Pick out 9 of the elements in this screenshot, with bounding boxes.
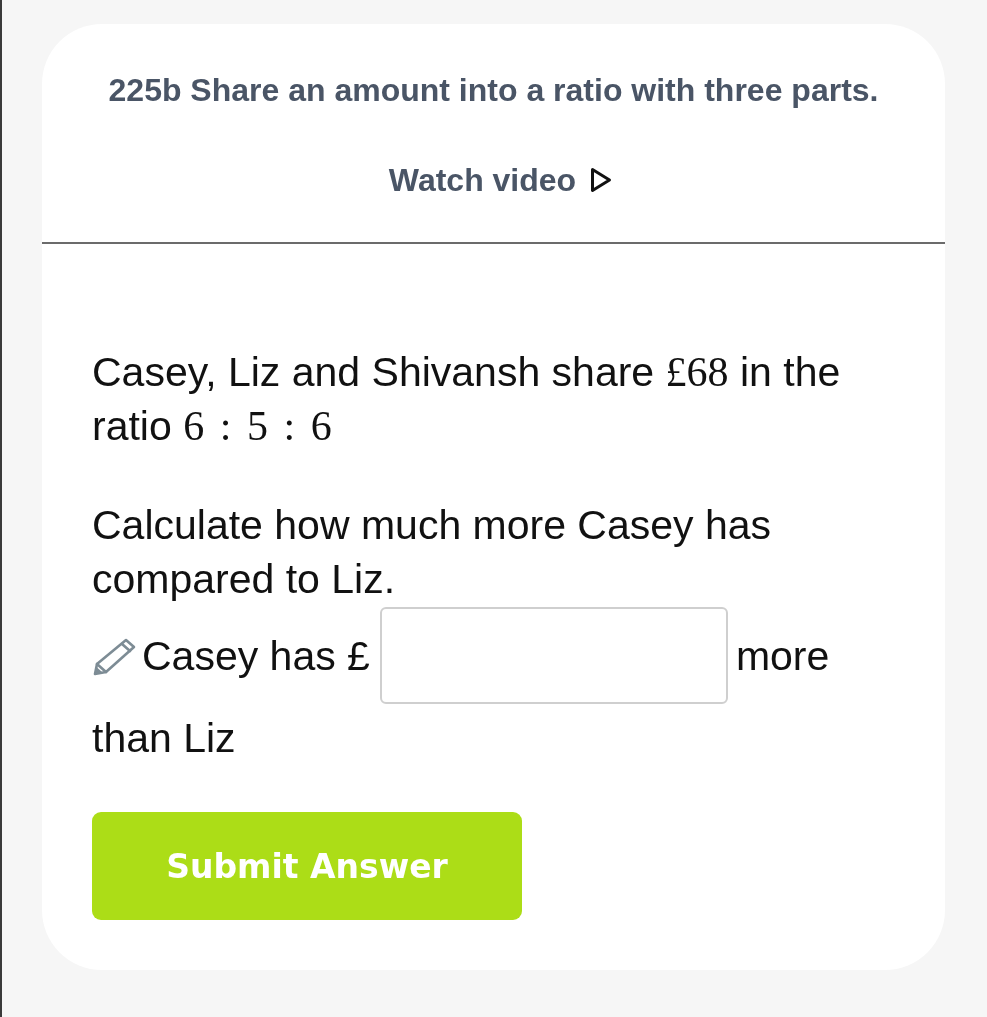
question-text: Calculate how much more Casey has compared to Liz. [92, 501, 773, 604]
question-text: Casey, Liz and Shivansh share £68 in the ratio 6 : 5 : 6 [92, 348, 842, 451]
answer-suffix: more [735, 631, 830, 681]
lesson-title: 225b Share an amount into a ratio with three parts. [108, 72, 879, 108]
answer-field[interactable] [379, 607, 728, 704]
answer-suffix: than Liz [92, 715, 236, 761]
watch-video-link[interactable]: Watch video [374, 162, 613, 198]
answer-prefix: Casey has £ [142, 631, 370, 681]
play-icon [590, 167, 613, 193]
